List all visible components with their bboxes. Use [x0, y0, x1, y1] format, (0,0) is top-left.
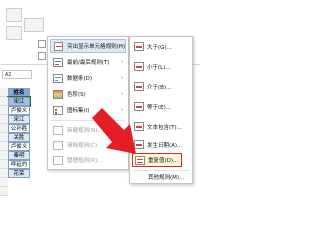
submenu-item-label: 其他规则(M)... [148, 174, 185, 181]
between-icon [134, 82, 144, 91]
table-cell[interactable]: 宋江 [7, 96, 31, 107]
highlight-cells-icon [54, 41, 64, 51]
submenu-arrow-icon: › [121, 75, 123, 81]
row-number[interactable] [0, 151, 8, 160]
submenu-item-label: 大于(G)... [147, 44, 172, 51]
table-cell[interactable]: 呼延灼 [8, 160, 30, 169]
submenu-item-label: 等于(E)... [147, 104, 172, 111]
submenu-item-more-rules[interactable]: 其他规则(M)... [132, 171, 190, 182]
name-box[interactable]: A2 [2, 70, 32, 79]
row-number[interactable] [0, 133, 8, 142]
color-scales-icon [53, 89, 63, 99]
row-number[interactable] [0, 115, 8, 124]
row-number[interactable] [0, 178, 8, 187]
table-cell[interactable]: 卢俊义 [8, 142, 30, 151]
table-cell[interactable]: 卢俊义 [8, 106, 30, 115]
submenu-arrow-icon: › [120, 43, 122, 49]
submenu-item-label: 小于(L)... [147, 64, 171, 71]
row-number[interactable] [0, 106, 8, 115]
top-bottom-icon [53, 57, 63, 67]
menu-item-top-bottom-rules[interactable]: 最前/最后规则(T) › [50, 55, 126, 69]
table-cell[interactable]: 花荣 [8, 169, 30, 178]
clear-rules-icon [53, 140, 63, 150]
submenu-item-label: 介于(B)... [147, 84, 172, 91]
ribbon-button[interactable] [6, 26, 22, 40]
row-number[interactable] [0, 160, 8, 169]
submenu-item-label: 发生日期(A)... [147, 142, 183, 149]
row-number[interactable] [0, 124, 8, 133]
column-header-cell[interactable]: 姓名 [8, 88, 30, 97]
menu-item-label: 突出显示单元格规则(H) [67, 44, 125, 50]
submenu-item-greater-than[interactable]: 大于(G)... [132, 40, 190, 53]
row-number[interactable] [0, 187, 8, 196]
table-cell[interactable]: 宋江 [8, 115, 30, 124]
row-number[interactable] [0, 97, 8, 106]
arrow-icon [92, 108, 136, 154]
less-than-icon [134, 62, 144, 71]
submenu-item-label: 重复值(D)... [148, 158, 179, 164]
submenu-arrow-icon: › [121, 91, 123, 97]
table-cell[interactable]: 秦明 [8, 151, 30, 160]
data-bars-icon [53, 73, 63, 83]
conditional-format-icon[interactable] [38, 40, 46, 48]
row-number[interactable] [0, 142, 8, 151]
table-format-icon[interactable] [38, 52, 46, 60]
pointer-arrow-annotation [92, 108, 136, 154]
greater-than-icon [134, 42, 144, 51]
ribbon-button[interactable] [6, 8, 22, 22]
menu-item-label: 最前/最后规则(T) [67, 60, 110, 66]
table-cell[interactable]: 公孙胜 [8, 124, 30, 133]
menu-item-label: 数据条(D) [67, 76, 93, 82]
submenu-item-between[interactable]: 介于(B)... [132, 80, 190, 93]
menu-item-label: 色阶(S) [67, 92, 86, 98]
new-rule-icon [53, 125, 63, 135]
menu-item-highlight-cells-rules[interactable]: 突出显示单元格规则(H) › [50, 39, 126, 53]
ribbon-button[interactable] [24, 18, 44, 32]
row-number[interactable] [0, 88, 8, 97]
menu-item-data-bars[interactable]: 数据条(D) › [50, 71, 126, 85]
manage-rules-icon [53, 155, 63, 165]
submenu-item-label: 文本包含(T)... [147, 124, 182, 131]
menu-item-label: 图标集(I) [67, 108, 90, 114]
icon-sets-icon [53, 105, 63, 115]
menu-item-color-scales[interactable]: 色阶(S) › [50, 87, 126, 101]
row-number[interactable] [0, 169, 8, 178]
submenu-item-less-than[interactable]: 小于(L)... [132, 60, 190, 73]
table-cell[interactable]: 关胜 [8, 133, 30, 142]
submenu-arrow-icon: › [121, 59, 123, 65]
